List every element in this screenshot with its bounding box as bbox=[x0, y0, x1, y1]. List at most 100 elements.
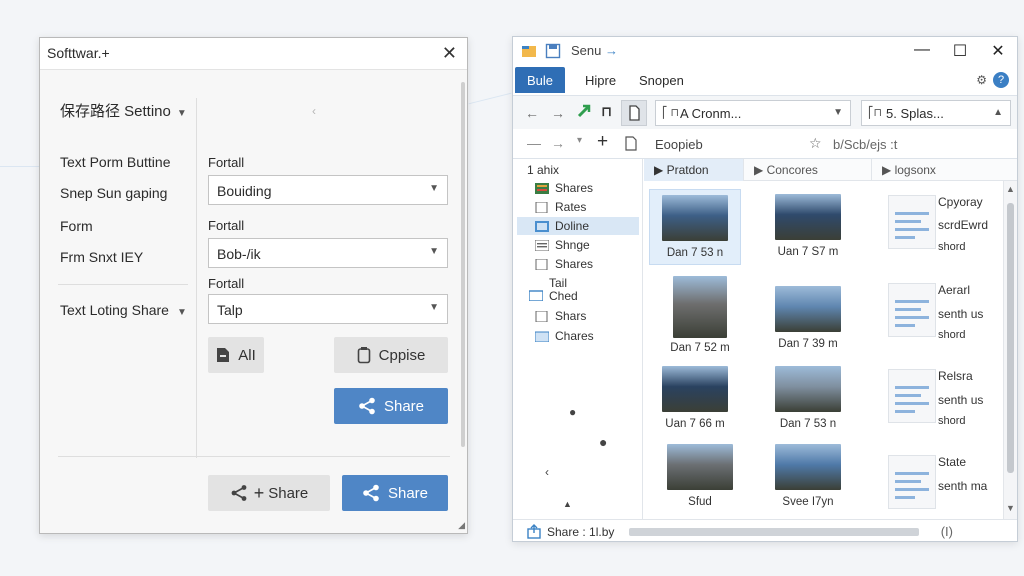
sidebar-item-shares[interactable]: Shares bbox=[535, 179, 639, 197]
add-share-label: Share bbox=[268, 484, 309, 502]
maximize-icon[interactable]: ☐ bbox=[945, 41, 975, 61]
image-thumbnail-icon bbox=[775, 286, 841, 332]
dialog-scrollbar[interactable] bbox=[461, 82, 465, 447]
forward-icon[interactable]: → bbox=[551, 105, 565, 121]
nav-item-form[interactable]: Form bbox=[60, 218, 93, 234]
alt-button[interactable]: AlI bbox=[208, 337, 264, 373]
sidebar-item-chares[interactable]: Chares bbox=[534, 327, 639, 345]
sidebar-item-label: Chares bbox=[555, 329, 594, 343]
file-thumbnail[interactable]: Uan 7 S7 m bbox=[762, 189, 854, 265]
document-file[interactable]: Cpyoray scrdEwrd shord bbox=[888, 187, 1004, 259]
folder-app-icon bbox=[521, 43, 537, 64]
chevron-up-icon[interactable]: ▲ bbox=[563, 499, 572, 509]
file-thumbnail[interactable]: Dan 7 52 m bbox=[654, 271, 746, 354]
column-header-label: logsonx bbox=[894, 163, 936, 177]
file-caption: Sfud bbox=[688, 496, 712, 508]
file-thumbnail[interactable]: Uan 7 66 m bbox=[649, 361, 741, 437]
dialog-title: Softtwar.+ bbox=[47, 45, 110, 61]
add-share-button[interactable]: + Share bbox=[208, 475, 330, 511]
share-primary-button[interactable]: Share bbox=[334, 388, 448, 424]
document-line: senth us bbox=[938, 307, 984, 321]
arrow-right-icon[interactable]: → bbox=[551, 135, 565, 151]
share-icon[interactable] bbox=[527, 524, 541, 541]
share-footer-button[interactable]: Share bbox=[342, 475, 448, 511]
tab-snopen[interactable]: Snopen bbox=[627, 67, 696, 93]
vertical-scrollbar[interactable]: ▲ ▼ bbox=[1003, 181, 1017, 519]
tab-hipre[interactable]: Hipre bbox=[573, 67, 628, 93]
image-thumbnail-icon bbox=[662, 366, 728, 412]
nav-item-text-loting[interactable]: Text Loting Share ▼ bbox=[60, 302, 187, 318]
document-icon[interactable] bbox=[625, 136, 637, 154]
minimize-icon[interactable]: — bbox=[907, 41, 937, 59]
chevron-left-icon[interactable]: ‹ bbox=[545, 465, 549, 479]
refresh-icon[interactable] bbox=[577, 104, 591, 121]
save-icon[interactable] bbox=[545, 43, 561, 64]
minus-icon[interactable]: — bbox=[527, 135, 541, 151]
column-headers: ▶ Pratdon ▶ Concores ▶ logsonx bbox=[644, 159, 1017, 181]
column-header-pratdon[interactable]: ▶ Pratdon bbox=[644, 159, 744, 181]
folder-icon bbox=[528, 290, 544, 302]
file-thumbnail[interactable]: Dan 7 53 n bbox=[649, 189, 741, 265]
image-thumbnail-icon bbox=[673, 276, 727, 338]
image-thumbnail-icon bbox=[775, 366, 841, 412]
sidebar-item-tail-ched[interactable]: Tail Ched bbox=[528, 273, 633, 303]
page-icon[interactable] bbox=[621, 100, 647, 126]
document-line: shord bbox=[938, 241, 966, 253]
sidebar-item-shnge[interactable]: Shnge bbox=[534, 236, 639, 254]
document-line: shord bbox=[938, 329, 966, 341]
chevron-down-icon: ▼ bbox=[176, 307, 187, 318]
sort-label[interactable]: b/Scb/ejs :t bbox=[833, 137, 897, 152]
scrollbar-thumb[interactable] bbox=[1007, 203, 1014, 473]
select-field-1[interactable]: Bouiding ▼ bbox=[208, 175, 448, 205]
nav-item-snep-sun[interactable]: Snep Sun gaping bbox=[60, 185, 167, 201]
document-line: senth ma bbox=[938, 479, 988, 493]
nav-item-frm-snxt[interactable]: Frm Snxt IEY bbox=[60, 249, 143, 265]
document-file[interactable]: State senth ma bbox=[888, 447, 1004, 519]
star-icon[interactable]: ☆ bbox=[809, 135, 822, 152]
file-thumbnail[interactable]: Dan 7 39 m bbox=[762, 281, 854, 357]
document-file[interactable]: Aerarl senth us shord bbox=[888, 275, 1004, 347]
chevron-left-icon[interactable]: ‹ bbox=[312, 104, 316, 118]
document-icon bbox=[535, 310, 549, 322]
file-thumbnail[interactable]: Dan 7 53 n bbox=[762, 361, 854, 437]
help-icon[interactable]: ? bbox=[993, 72, 1009, 88]
search-box[interactable]: ⎡⊓ 5. Splas... ▲ bbox=[861, 100, 1011, 126]
copy-button[interactable]: Cppise bbox=[334, 337, 448, 373]
dot-indicator: ● bbox=[569, 405, 577, 419]
back-icon[interactable]: ← bbox=[525, 105, 539, 121]
document-line: scrdEwrd bbox=[938, 218, 989, 232]
field-label: Fortall bbox=[208, 155, 245, 170]
column-header-concores[interactable]: ▶ Concores bbox=[744, 159, 872, 181]
nav-separator bbox=[58, 284, 188, 285]
share-primary-label: Share bbox=[383, 397, 425, 415]
select-field-3[interactable]: Talp ▼ bbox=[208, 294, 448, 324]
explorer-titlebar: Senu → — ☐ ✕ bbox=[513, 37, 1017, 67]
chevron-up-icon[interactable]: ▲ bbox=[1006, 184, 1015, 194]
file-thumbnail[interactable]: Svee I7yn bbox=[762, 439, 854, 515]
pin-icon[interactable]: ⊓ bbox=[601, 103, 612, 120]
document-file[interactable]: Relsra senth us shord bbox=[888, 361, 1004, 433]
address-text: A Cronm... bbox=[680, 106, 742, 121]
document-title: Relsra bbox=[938, 369, 973, 383]
horizontal-scrollbar[interactable] bbox=[629, 528, 919, 536]
select-field-2[interactable]: Bob-/ik ▼ bbox=[208, 238, 448, 268]
column-header-logsonx[interactable]: ▶ logsonx bbox=[872, 159, 1017, 181]
close-icon[interactable]: ✕ bbox=[442, 43, 457, 64]
sidebar-item-shares-2[interactable]: Shares bbox=[535, 255, 639, 273]
tab-bule[interactable]: Bule bbox=[515, 67, 566, 93]
resize-grip-icon[interactable]: ◢ bbox=[458, 520, 465, 531]
settings-icon[interactable]: ⚙ bbox=[976, 73, 987, 87]
close-icon[interactable]: ✕ bbox=[983, 41, 1013, 61]
plus-icon[interactable]: + bbox=[597, 131, 608, 153]
sidebar-header: 1 ahix bbox=[527, 163, 560, 177]
section-header[interactable]: 保存路径 Settino ▼ bbox=[60, 100, 187, 121]
address-bar[interactable]: ⎡ ⊓ A Cronm... ▼ bbox=[655, 100, 851, 126]
sidebar-item-doline[interactable]: Doline bbox=[517, 217, 639, 235]
chevron-down-icon[interactable]: ▾ bbox=[577, 135, 582, 146]
chevron-down-icon[interactable]: ▼ bbox=[1006, 503, 1015, 513]
sidebar-item-rates[interactable]: Rates bbox=[535, 198, 639, 216]
nav-item-text-porm[interactable]: Text Porm Buttine bbox=[60, 154, 171, 170]
toolbar-row: — → ▾ + Eoopieb ☆ b/Scb/ejs :t bbox=[513, 129, 1017, 159]
file-thumbnail[interactable]: Sfud bbox=[654, 439, 746, 515]
sidebar-item-shars[interactable]: Shars bbox=[535, 307, 639, 325]
